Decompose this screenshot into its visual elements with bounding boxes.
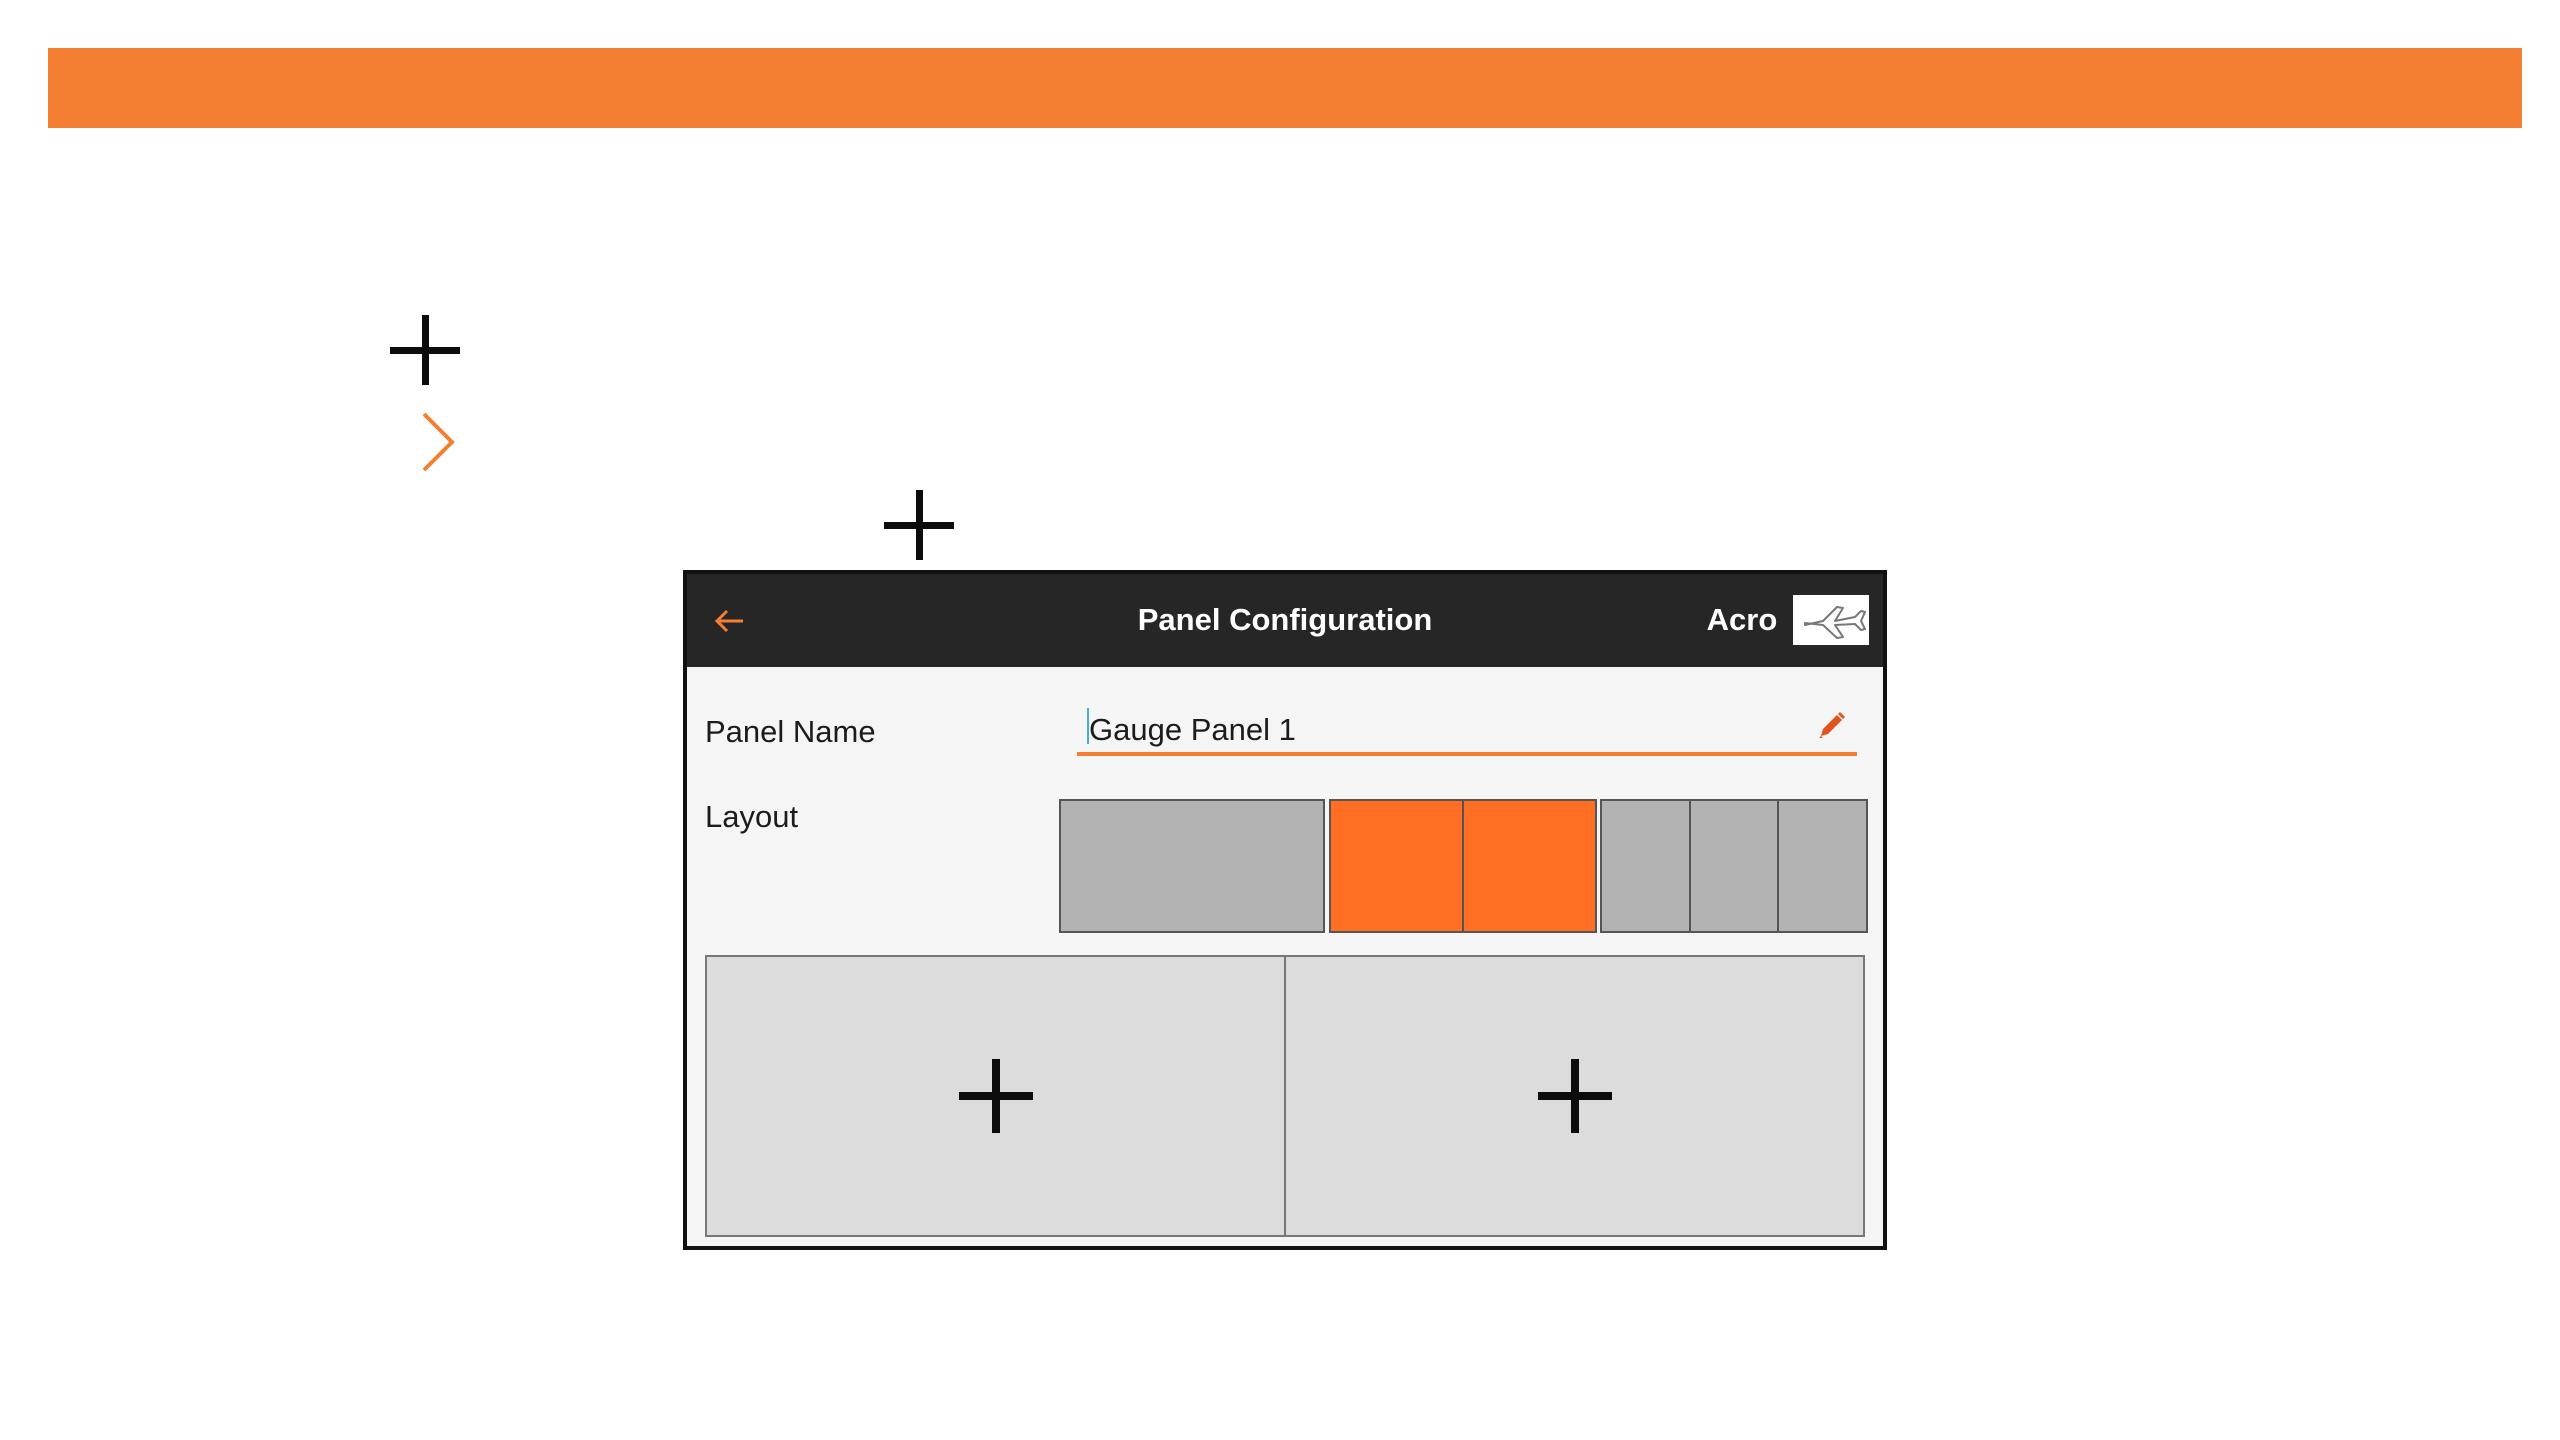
- gauge-slot-left[interactable]: [705, 955, 1286, 1237]
- airplane-icon[interactable]: [1793, 595, 1869, 645]
- layout-option-two-columns[interactable]: [1329, 799, 1597, 933]
- layout-option-three-columns[interactable]: [1600, 799, 1868, 933]
- pencil-icon[interactable]: [1815, 708, 1849, 742]
- title-bar: Panel Configuration Acro: [687, 574, 1883, 667]
- layout-option-one-column[interactable]: [1059, 799, 1325, 933]
- layout-segment: [1777, 801, 1866, 931]
- layout-label: Layout: [705, 799, 799, 834]
- plus-icon: [958, 1059, 1033, 1133]
- chevron-right-icon: [422, 412, 455, 472]
- gauge-slot-right[interactable]: [1284, 955, 1865, 1237]
- panel-name-label: Panel Name: [705, 714, 876, 749]
- panel-configuration-screen: Panel Configuration Acro Panel Name Gaug…: [683, 570, 1887, 1250]
- panel-name-value: Gauge Panel 1: [1089, 712, 1296, 747]
- layout-segment: [1602, 801, 1689, 931]
- model-name: Acro: [1706, 602, 1778, 637]
- orange-header-bar: [48, 48, 2522, 128]
- plus-icon: [1537, 1059, 1612, 1133]
- panel-name-input[interactable]: Gauge Panel 1: [1077, 700, 1857, 756]
- layout-segment: [1462, 801, 1595, 931]
- layout-segment: [1331, 801, 1462, 931]
- layout-segment: [1061, 801, 1323, 931]
- plus-icon: [884, 490, 954, 560]
- plus-icon: [390, 315, 460, 385]
- layout-segment: [1688, 801, 1778, 931]
